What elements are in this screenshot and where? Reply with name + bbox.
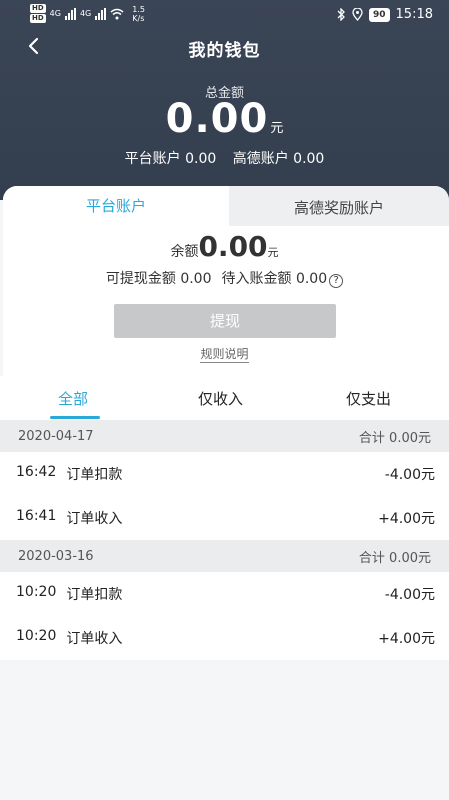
wallet-header: HD HD 4G 4G 1.5 K/s 90 15:18 我的钱包 总金额 0.…	[0, 0, 449, 200]
transaction-time: 16:42	[16, 464, 57, 480]
transaction-amount: -4.00元	[384, 587, 435, 603]
filter-all[interactable]: 全部	[58, 388, 88, 409]
active-filter-indicator	[50, 416, 100, 419]
withdraw-button[interactable]: 提现	[114, 304, 336, 338]
platform-account-balance: 平台账户 0.00	[124, 151, 217, 167]
transaction-time: 16:41	[16, 508, 57, 524]
gaode-account-balance: 高德账户 0.00	[232, 151, 325, 167]
hd-indicators: HD HD	[30, 4, 46, 23]
transaction-time: 10:20	[16, 628, 57, 644]
transaction-desc: 订单收入	[66, 631, 123, 647]
total-amount-unit: 元	[270, 121, 284, 136]
clock: 15:18	[395, 7, 433, 22]
day-total: 合计 0.00元	[358, 550, 431, 566]
transaction-desc: 订单收入	[66, 511, 123, 527]
page-title: 我的钱包	[188, 41, 261, 61]
hd-badge: HD	[30, 14, 46, 23]
speed-value: 1.5	[132, 4, 145, 14]
day-date: 2020-04-17	[18, 428, 94, 444]
bluetooth-icon	[337, 8, 345, 21]
help-icon[interactable]: ?	[329, 274, 344, 288]
transaction-amount: +4.00元	[378, 511, 435, 527]
filter-income-only[interactable]: 仅收入	[198, 388, 243, 409]
speed-unit: K/s	[132, 13, 145, 23]
transaction-desc: 订单扣款	[66, 467, 123, 483]
transaction-info: 10:20 订单收入	[16, 628, 122, 648]
withdrawable-amount: 可提现金额 0.00	[105, 271, 212, 287]
transaction-row[interactable]: 10:20 订单扣款 -4.00元	[0, 572, 449, 616]
transaction-row[interactable]: 16:41 订单收入 +4.00元	[0, 496, 449, 540]
location-icon	[352, 8, 363, 21]
transaction-amount: -4.00元	[384, 467, 435, 483]
sub-accounts: 平台账户 0.00 高德账户 0.00	[0, 148, 449, 168]
tab-gaode-reward-account[interactable]: 高德奖励账户	[229, 186, 449, 226]
battery-icon: 90	[369, 7, 390, 22]
transaction-info: 16:41 订单收入	[16, 508, 122, 528]
day-total: 合计 0.00元	[358, 430, 431, 446]
balance-label: 余额	[170, 244, 199, 260]
filter-bar: 全部 仅收入 仅支出	[0, 376, 449, 420]
day-date: 2020-03-16	[18, 548, 94, 564]
transaction-desc: 订单扣款	[66, 587, 123, 603]
network-type-label: 4G	[49, 9, 61, 18]
balance: 余额0.00元	[0, 230, 449, 263]
transaction-amount: +4.00元	[378, 631, 435, 647]
transaction-time: 10:20	[16, 584, 57, 600]
rules-link-wrap: 规则说明	[0, 345, 449, 363]
pending-amount-text: 待入账金额 0.00	[221, 271, 328, 287]
day-header: 2020-03-16 合计 0.00元	[0, 540, 449, 572]
transaction-info: 10:20 订单扣款	[16, 584, 122, 604]
network-type-label: 4G	[79, 9, 92, 18]
network-speed: 1.5 K/s	[132, 5, 145, 23]
day-header: 2020-04-17 合计 0.00元	[0, 420, 449, 452]
filter-expense-only[interactable]: 仅支出	[346, 388, 391, 409]
transaction-row[interactable]: 10:20 订单收入 +4.00元	[0, 616, 449, 660]
pending-amount: 待入账金额 0.00?	[222, 268, 344, 288]
total-amount-value: 0.00	[165, 96, 269, 142]
nav-bar: 我的钱包	[0, 30, 449, 66]
wifi-icon	[110, 8, 124, 19]
transaction-row[interactable]: 16:42 订单扣款 -4.00元	[0, 452, 449, 496]
hd-badge: HD	[30, 4, 46, 13]
total-amount: 0.00 元	[0, 96, 449, 142]
balance-amount: 0.00	[198, 230, 268, 263]
transaction-info: 16:42 订单扣款	[16, 464, 122, 484]
withdraw-info: 可提现金额 0.00 待入账金额 0.00?	[0, 268, 449, 288]
rules-link[interactable]: 规则说明	[200, 347, 249, 363]
transaction-list: 2020-04-17 合计 0.00元 16:42 订单扣款 -4.00元 16…	[0, 420, 449, 660]
status-left: HD HD 4G 4G 1.5 K/s	[30, 4, 145, 23]
tab-platform-account[interactable]: 平台账户	[3, 186, 229, 226]
signal-icon	[64, 7, 76, 20]
balance-unit: 元	[267, 246, 279, 259]
status-bar: HD HD 4G 4G 1.5 K/s 90 15:18	[0, 0, 449, 30]
status-right: 90 15:18	[336, 7, 433, 22]
signal-icon	[95, 7, 107, 20]
